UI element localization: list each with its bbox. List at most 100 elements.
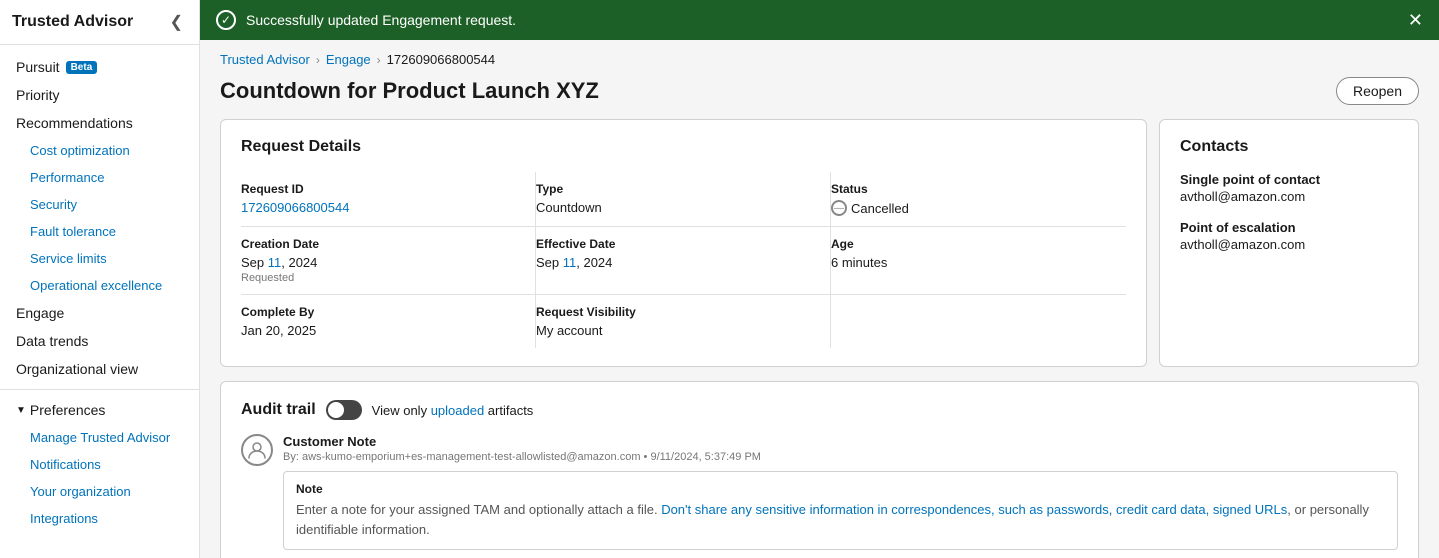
request-id-link[interactable]: 172609066800544 bbox=[241, 200, 349, 215]
note-input-area[interactable]: Note Enter a note for your assigned TAM … bbox=[283, 471, 1398, 550]
type-label: Type bbox=[536, 182, 814, 196]
sidebar-item-label: Recommendations bbox=[16, 115, 133, 131]
note-dont-share-link[interactable]: Don't share any sensitive information in… bbox=[661, 502, 1209, 517]
contacts-title: Contacts bbox=[1180, 138, 1398, 156]
request-visibility-value: My account bbox=[536, 323, 814, 338]
type-cell: Type Countdown bbox=[536, 172, 831, 227]
sidebar-item-label: Service limits bbox=[30, 251, 107, 266]
sidebar-title: Trusted Advisor bbox=[12, 13, 133, 31]
sidebar-item-manage-trusted-advisor[interactable]: Manage Trusted Advisor bbox=[0, 424, 199, 451]
age-value: 6 minutes bbox=[831, 255, 1110, 270]
effective-date-value: Sep 11, 2024 bbox=[536, 255, 814, 270]
sidebar-item-label: Security bbox=[30, 197, 77, 212]
audit-title: Audit trail bbox=[241, 401, 316, 419]
contact-spoc-email: avtholl@amazon.com bbox=[1180, 189, 1398, 204]
sidebar-item-label: Notifications bbox=[30, 457, 101, 472]
sidebar-nav: Pursuit Beta Priority Recommendations Co… bbox=[0, 45, 199, 558]
beta-badge: Beta bbox=[66, 61, 98, 74]
sidebar: Trusted Advisor ❮ Pursuit Beta Priority … bbox=[0, 0, 200, 558]
preferences-arrow: ▼ bbox=[16, 405, 26, 416]
request-id-value: 172609066800544 bbox=[241, 200, 519, 215]
contacts-card: Contacts Single point of contact avtholl… bbox=[1159, 119, 1419, 367]
sidebar-item-cost-optimization[interactable]: Cost optimization bbox=[0, 137, 199, 164]
effective-date-cell: Effective Date Sep 11, 2024 bbox=[536, 227, 831, 295]
breadcrumb: Trusted Advisor › Engage › 1726090668005… bbox=[220, 52, 1419, 67]
request-visibility-cell: Request Visibility My account bbox=[536, 295, 831, 348]
creation-date-value: Sep 11, 2024 bbox=[241, 255, 519, 270]
sidebar-item-recommendations[interactable]: Recommendations bbox=[0, 109, 199, 137]
breadcrumb-trusted-advisor[interactable]: Trusted Advisor bbox=[220, 52, 310, 67]
sidebar-item-operational-excellence[interactable]: Operational excellence bbox=[0, 272, 199, 299]
request-visibility-label: Request Visibility bbox=[536, 305, 814, 319]
contact-poe-email: avtholl@amazon.com bbox=[1180, 237, 1398, 252]
empty-cell bbox=[831, 295, 1126, 348]
nav-divider bbox=[0, 389, 199, 390]
sidebar-item-label: Data trends bbox=[16, 333, 88, 349]
audit-filter-toggle[interactable] bbox=[326, 400, 362, 420]
reopen-button[interactable]: Reopen bbox=[1336, 77, 1419, 105]
note-signed-urls-link[interactable]: signed URLs bbox=[1213, 502, 1287, 517]
effective-date-link[interactable]: 11 bbox=[563, 255, 577, 270]
sidebar-item-your-organization[interactable]: Your organization bbox=[0, 478, 199, 505]
audit-filter-text: View only uploaded artifacts bbox=[372, 403, 534, 418]
note-title: Customer Note bbox=[283, 434, 1398, 449]
preferences-label: Preferences bbox=[30, 402, 105, 418]
age-label: Age bbox=[831, 237, 1110, 251]
complete-by-value: Jan 20, 2025 bbox=[241, 323, 519, 338]
request-id-cell: Request ID 172609066800544 bbox=[241, 172, 536, 227]
request-details-title: Request Details bbox=[241, 138, 1126, 156]
sidebar-item-fault-tolerance[interactable]: Fault tolerance bbox=[0, 218, 199, 245]
note-content: Customer Note By: aws-kumo-emporium+es-m… bbox=[283, 434, 1398, 550]
sidebar-collapse-button[interactable]: ❮ bbox=[166, 10, 187, 34]
age-cell: Age 6 minutes bbox=[831, 227, 1126, 295]
sidebar-item-label: Priority bbox=[16, 87, 60, 103]
note-meta: By: aws-kumo-emporium+es-management-test… bbox=[283, 451, 1398, 463]
sidebar-item-service-limits[interactable]: Service limits bbox=[0, 245, 199, 272]
breadcrumb-engage[interactable]: Engage bbox=[326, 52, 371, 67]
sidebar-item-label: Integrations bbox=[30, 511, 98, 526]
status-label: Status bbox=[831, 182, 1110, 196]
main-content: ✓ Successfully updated Engagement reques… bbox=[200, 0, 1439, 558]
effective-date-label: Effective Date bbox=[536, 237, 814, 251]
sidebar-item-label: Performance bbox=[30, 170, 104, 185]
creation-date-label: Creation Date bbox=[241, 237, 519, 251]
success-message: Successfully updated Engagement request. bbox=[246, 12, 516, 28]
request-id-label: Request ID bbox=[241, 182, 519, 196]
audit-trail-card: Audit trail View only uploaded artifacts… bbox=[220, 381, 1419, 558]
sidebar-item-notifications[interactable]: Notifications bbox=[0, 451, 199, 478]
avatar bbox=[241, 434, 273, 466]
sidebar-item-security[interactable]: Security bbox=[0, 191, 199, 218]
creation-date-sub: Requested bbox=[241, 272, 519, 284]
contact-spoc: Single point of contact avtholl@amazon.c… bbox=[1180, 172, 1398, 204]
complete-by-label: Complete By bbox=[241, 305, 519, 319]
sidebar-item-pursuit[interactable]: Pursuit Beta bbox=[0, 53, 199, 81]
note-input-placeholder: Enter a note for your assigned TAM and o… bbox=[296, 500, 1385, 539]
success-banner: ✓ Successfully updated Engagement reques… bbox=[200, 0, 1439, 40]
cards-row: Request Details Request ID 1726090668005… bbox=[220, 119, 1419, 367]
request-details-card: Request Details Request ID 1726090668005… bbox=[220, 119, 1147, 367]
sidebar-section-preferences[interactable]: ▼ Preferences bbox=[0, 396, 199, 424]
sidebar-item-data-trends[interactable]: Data trends bbox=[0, 327, 199, 355]
type-value: Countdown bbox=[536, 200, 814, 215]
contact-poe: Point of escalation avtholl@amazon.com bbox=[1180, 220, 1398, 252]
page-title: Countdown for Product Launch XYZ bbox=[220, 78, 599, 104]
sidebar-item-integrations[interactable]: Integrations bbox=[0, 505, 199, 532]
sidebar-item-engage[interactable]: Engage bbox=[0, 299, 199, 327]
page-header-row: Countdown for Product Launch XYZ Reopen bbox=[220, 77, 1419, 105]
audit-filter-link[interactable]: uploaded bbox=[431, 403, 485, 418]
sidebar-item-label: Pursuit bbox=[16, 59, 60, 75]
banner-close-button[interactable]: ✕ bbox=[1408, 11, 1423, 29]
breadcrumb-current: 172609066800544 bbox=[387, 52, 495, 67]
breadcrumb-sep-2: › bbox=[377, 53, 381, 67]
page-content: Trusted Advisor › Engage › 1726090668005… bbox=[200, 40, 1439, 558]
status-value: — Cancelled bbox=[831, 200, 1110, 216]
sidebar-item-label: Engage bbox=[16, 305, 64, 321]
sidebar-item-label: Organizational view bbox=[16, 361, 138, 377]
creation-date-link[interactable]: 11 bbox=[268, 255, 282, 270]
sidebar-item-priority[interactable]: Priority bbox=[0, 81, 199, 109]
status-cancelled-icon: — bbox=[831, 200, 847, 216]
sidebar-item-performance[interactable]: Performance bbox=[0, 164, 199, 191]
status-text: Cancelled bbox=[851, 201, 909, 216]
sidebar-item-label: Operational excellence bbox=[30, 278, 162, 293]
sidebar-item-organizational-view[interactable]: Organizational view bbox=[0, 355, 199, 383]
